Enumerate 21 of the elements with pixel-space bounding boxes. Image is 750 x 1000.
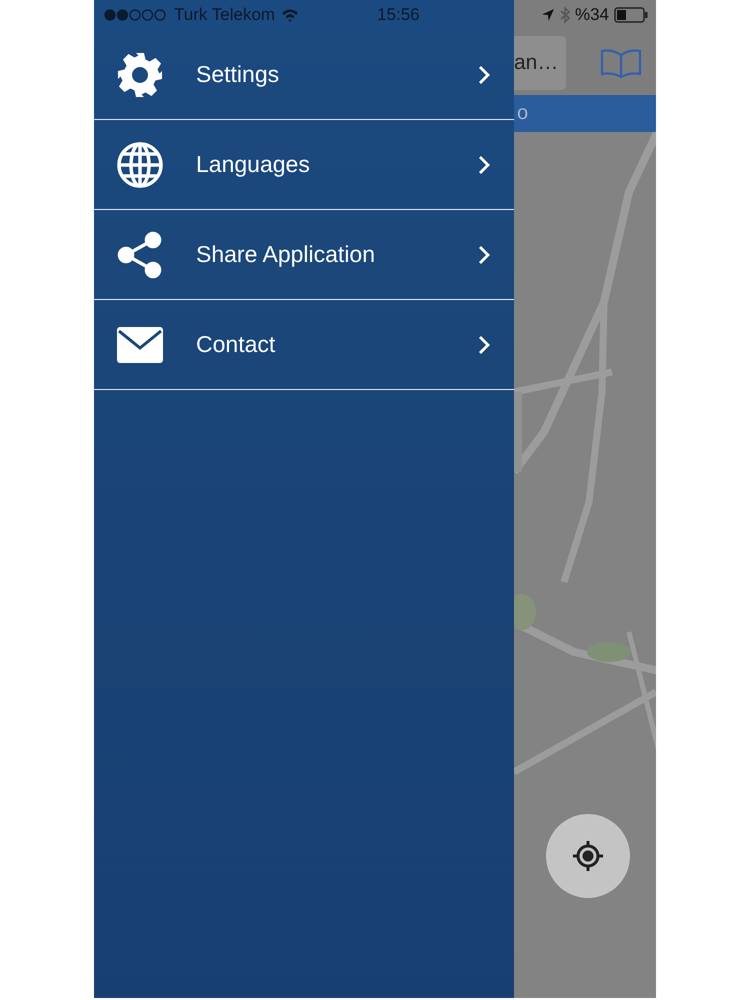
battery-percent: %34: [574, 5, 609, 25]
bluetooth-icon: [560, 6, 570, 24]
menu-item[interactable]: Settings: [94, 30, 514, 120]
menu-item[interactable]: Share Application: [94, 210, 514, 300]
crosshair-icon: [571, 839, 605, 873]
clock-time: 15:56: [377, 5, 420, 25]
share-icon: [116, 230, 164, 278]
menu-item[interactable]: Contact: [94, 300, 514, 390]
wifi-icon: [281, 8, 300, 22]
gear-icon: [116, 50, 164, 98]
chevron-icon: [478, 154, 490, 174]
location-arrow-icon: [540, 8, 555, 22]
globe-icon: [116, 140, 164, 188]
chevron-icon: [478, 244, 490, 264]
menu-item[interactable]: Languages: [94, 120, 514, 210]
search-field[interactable]: an…: [514, 36, 566, 90]
chevron-icon: [478, 334, 490, 354]
battery-icon: [614, 7, 648, 23]
signal-icon: [104, 9, 166, 21]
chevron-icon: [478, 64, 490, 84]
carrier-name: Turk Telekom: [174, 5, 276, 25]
